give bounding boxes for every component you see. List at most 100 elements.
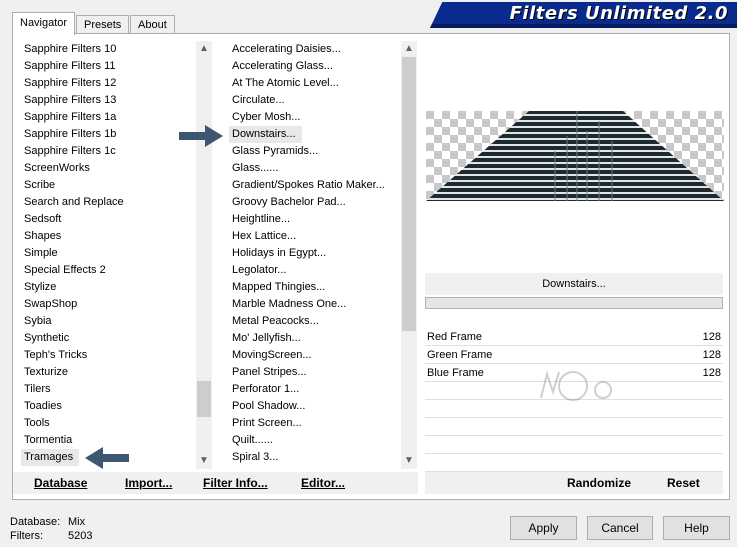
list-item[interactable]: Glass...... [229, 160, 403, 177]
tab-presets-label: Presets [84, 19, 122, 31]
list-item[interactable]: Circulate... [229, 92, 403, 109]
list-item[interactable]: Mapped Thingies... [229, 279, 403, 296]
randomize-button[interactable]: Randomize [567, 476, 631, 490]
banner-title: Filters Unlimited 2.0 [509, 3, 728, 24]
scroll-thumb[interactable] [197, 381, 211, 417]
list-item[interactable]: Stylize [21, 279, 199, 296]
tab-navigator[interactable]: Navigator [12, 12, 76, 35]
list-item[interactable]: Tools [21, 415, 199, 432]
status-filters-label: Filters: [10, 530, 43, 542]
list-button-bar: Database Import... Filter Info... Editor… [13, 472, 418, 494]
pointer-arrow-icon [179, 125, 223, 147]
list-item[interactable]: At The Atomic Level... [229, 75, 403, 92]
list-item[interactable]: Special Effects 2 [21, 262, 199, 279]
scroll-down-icon[interactable]: ▼ [196, 453, 212, 469]
scroll-down-icon[interactable]: ▼ [401, 453, 417, 469]
list-item[interactable]: Simple [21, 245, 199, 262]
list-item[interactable]: Sapphire Filters 11 [21, 58, 199, 75]
list-item[interactable]: Perforator 1... [229, 381, 403, 398]
status-database-label: Database: [10, 516, 61, 528]
param-value[interactable]: 128 [703, 328, 721, 346]
list-item[interactable]: Quilt...... [229, 432, 403, 449]
help-button[interactable]: Help [663, 516, 730, 540]
list-item[interactable]: Shapes [21, 228, 199, 245]
status-filters-value: 5203 [68, 530, 93, 542]
list-item[interactable]: SwapShop [21, 296, 199, 313]
list-item[interactable]: Legolator... [229, 262, 403, 279]
list-item[interactable]: Panel Stripes... [229, 364, 403, 381]
database-button[interactable]: Database [34, 476, 87, 490]
selected-filter-name: Downstairs... [425, 273, 723, 295]
list-item[interactable]: Synthetic [21, 330, 199, 347]
list-item[interactable]: Texturize [21, 364, 199, 381]
pointer-arrow-icon [85, 447, 129, 469]
tab-about[interactable]: About [130, 15, 175, 34]
list-item[interactable]: Sapphire Filters 12 [21, 75, 199, 92]
filter-info-button[interactable]: Filter Info... [203, 476, 268, 490]
list-item[interactable]: Sapphire Filters 1c [21, 143, 199, 160]
list-item[interactable]: Sapphire Filters 1b [21, 126, 199, 143]
list-item[interactable]: Pool Shadow... [229, 398, 403, 415]
watermark-logo [540, 370, 612, 401]
list-item[interactable]: Search and Replace [21, 194, 199, 211]
list-item[interactable]: Sapphire Filters 13 [21, 92, 199, 109]
scroll-up-icon[interactable]: ▲ [401, 41, 417, 57]
list-item[interactable]: Sapphire Filters 10 [21, 41, 199, 58]
list-item[interactable]: Accelerating Glass... [229, 58, 403, 75]
list-item[interactable]: Sedsoft [21, 211, 199, 228]
param-name: Blue Frame [427, 367, 484, 379]
category-scrollbar[interactable]: ▲ ▼ [196, 41, 212, 469]
list-item[interactable]: Hex Lattice... [229, 228, 403, 245]
editor-button[interactable]: Editor... [301, 476, 345, 490]
scroll-up-icon[interactable]: ▲ [196, 41, 212, 57]
list-item[interactable]: Marble Madness One... [229, 296, 403, 313]
list-item[interactable]: Accelerating Daisies... [229, 41, 403, 58]
preview-area [426, 41, 724, 273]
list-item[interactable]: Tilers [21, 381, 199, 398]
import-button[interactable]: Import... [125, 476, 172, 490]
param-red-frame[interactable]: Red Frame 128 [425, 328, 723, 346]
param-button-bar: Randomize Reset [425, 472, 723, 494]
list-item[interactable]: Sapphire Filters 1a [21, 109, 199, 126]
list-item[interactable]: Holidays in Egypt... [229, 245, 403, 262]
list-item[interactable]: ScreenWorks [21, 160, 199, 177]
status-database-value: Mix [68, 516, 86, 528]
tab-presets[interactable]: Presets [76, 15, 130, 34]
preview-image [426, 111, 724, 201]
status-database: Database: Mix [10, 516, 85, 528]
list-item[interactable]: Toadies [21, 398, 199, 415]
list-item[interactable]: Spiral 3... [229, 449, 403, 466]
cancel-button[interactable]: Cancel [587, 516, 653, 540]
list-item[interactable]: Cyber Mosh... [229, 109, 403, 126]
list-item[interactable]: Scribe [21, 177, 199, 194]
param-name: Green Frame [427, 349, 493, 361]
list-item[interactable]: Sybia [21, 313, 199, 330]
list-item[interactable]: Glass Pyramids... [229, 143, 403, 160]
list-item[interactable]: MovingScreen... [229, 347, 403, 364]
tab-about-label: About [138, 19, 167, 31]
list-item[interactable]: Downstairs... [229, 126, 302, 143]
filter-scrollbar[interactable]: ▲ ▼ [401, 41, 417, 469]
list-item[interactable]: Mo' Jellyfish... [229, 330, 403, 347]
category-list[interactable]: Sapphire Filters 10 Sapphire Filters 11 Sa… [21, 41, 199, 469]
scroll-thumb[interactable] [402, 57, 416, 331]
param-empty-row [425, 418, 723, 436]
param-empty-row [425, 454, 723, 472]
apply-button[interactable]: Apply [510, 516, 577, 540]
param-green-frame[interactable]: Green Frame 128 [425, 346, 723, 364]
param-value[interactable]: 128 [703, 346, 721, 364]
filter-list[interactable]: Accelerating Daisies... Accelerating Glas… [229, 41, 403, 469]
list-item[interactable]: Heightline... [229, 211, 403, 228]
list-item[interactable]: Teph's Tricks [21, 347, 199, 364]
list-item[interactable]: Metal Peacocks... [229, 313, 403, 330]
list-item[interactable]: Gradient/Spokes Ratio Maker... [229, 177, 403, 194]
param-empty-row [425, 436, 723, 454]
tab-navigator-label: Navigator [20, 17, 68, 29]
list-item[interactable]: Groovy Bachelor Pad... [229, 194, 403, 211]
list-item[interactable]: Tramages [21, 449, 80, 466]
param-value[interactable]: 128 [703, 364, 721, 382]
param-name: Red Frame [427, 331, 483, 343]
progress-bar [425, 297, 723, 309]
reset-button[interactable]: Reset [667, 476, 700, 490]
list-item[interactable]: Print Screen... [229, 415, 403, 432]
